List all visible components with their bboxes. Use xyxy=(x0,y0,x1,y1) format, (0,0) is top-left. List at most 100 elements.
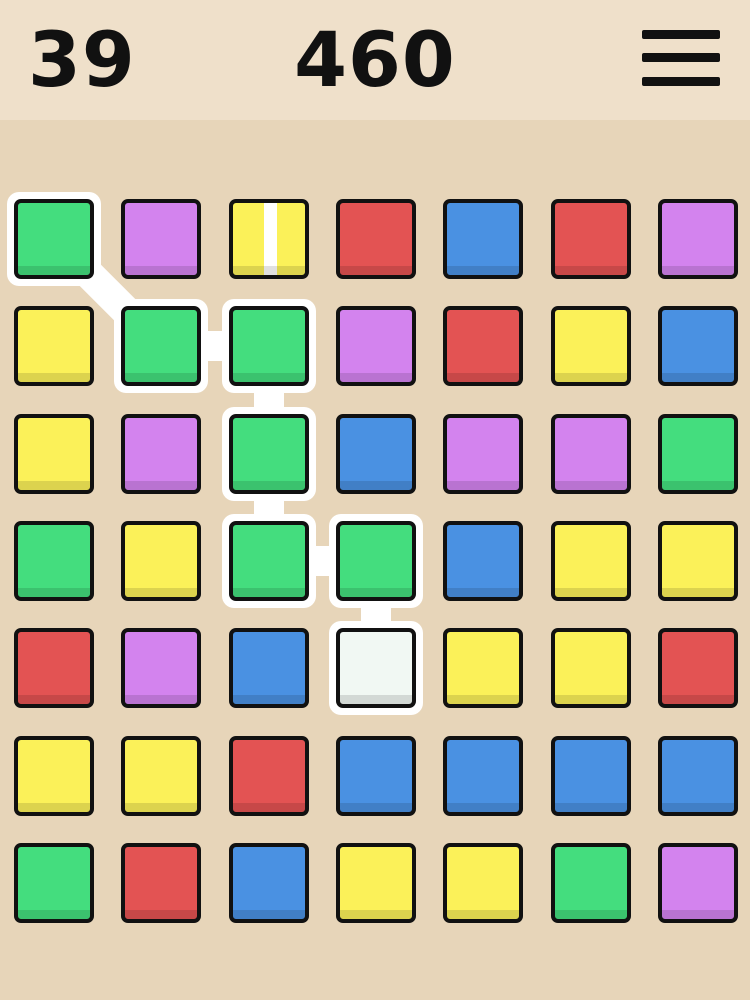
tile-blue-r6c7[interactable] xyxy=(657,735,738,816)
tile-shade xyxy=(339,373,412,383)
tile-shade xyxy=(232,480,305,490)
tile-red-r6c3[interactable] xyxy=(228,735,309,816)
tile-red-r5c7[interactable] xyxy=(657,628,738,709)
tile-shade xyxy=(447,802,520,812)
tile-shade xyxy=(18,695,90,705)
tile-shade xyxy=(125,373,198,383)
tile-shade xyxy=(554,909,627,919)
tile-yellow-r6c1[interactable] xyxy=(14,735,94,816)
tile-shade xyxy=(232,695,305,705)
tile-green-r4c4[interactable] xyxy=(335,520,416,601)
tile-shade xyxy=(554,373,627,383)
tile-blue-r6c5[interactable] xyxy=(443,735,524,816)
tile-green-r1c1[interactable] xyxy=(14,199,94,279)
tile-shade xyxy=(232,373,305,383)
tile-blue-r3c4[interactable] xyxy=(335,413,416,494)
tile-shade xyxy=(661,587,734,597)
tile-shade xyxy=(661,266,734,275)
tile-green-r3c3[interactable] xyxy=(228,413,309,494)
tile-blue-r5c3[interactable] xyxy=(228,628,309,709)
tile-yellow-r5c5[interactable] xyxy=(443,628,524,709)
tile-green-r7c1[interactable] xyxy=(14,842,94,923)
tile-yellow-r7c5[interactable] xyxy=(443,842,524,923)
tile-shade xyxy=(125,695,198,705)
tile-purple-r5c2[interactable] xyxy=(121,628,202,709)
tile-yellow-r1c3[interactable] xyxy=(228,199,309,279)
tile-shade xyxy=(554,587,627,597)
tile-purple-r1c2[interactable] xyxy=(121,199,202,279)
tile-shade xyxy=(125,266,198,275)
tile-yellow-r5c6[interactable] xyxy=(550,628,631,709)
tile-shade xyxy=(18,480,90,490)
tile-shade xyxy=(339,695,412,705)
tile-green-r2c2[interactable] xyxy=(121,306,202,387)
tile-yellow-r3c1[interactable] xyxy=(14,413,94,494)
tile-blue-r6c6[interactable] xyxy=(550,735,631,816)
tile-yellow-r2c6[interactable] xyxy=(550,306,631,387)
tile-red-r1c6[interactable] xyxy=(550,199,631,279)
tile-purple-r1c7[interactable] xyxy=(657,199,738,279)
tile-shade xyxy=(554,802,627,812)
tile-yellow-r4c7[interactable] xyxy=(657,520,738,601)
tile-shade xyxy=(339,266,412,275)
tile-shade xyxy=(125,587,198,597)
tile-shade xyxy=(339,587,412,597)
tile-red-r2c5[interactable] xyxy=(443,306,524,387)
tile-blue-r2c7[interactable] xyxy=(657,306,738,387)
tile-purple-r3c2[interactable] xyxy=(121,413,202,494)
tile-shade xyxy=(554,266,627,275)
tile-shade xyxy=(232,802,305,812)
tile-shade xyxy=(661,909,734,919)
striped-powerup-icon xyxy=(263,203,277,275)
tile-shade xyxy=(125,480,198,490)
tile-shade xyxy=(18,373,90,383)
game-screen: 39 460 xyxy=(0,0,750,1000)
tile-shade xyxy=(447,587,520,597)
tile-shade xyxy=(447,266,520,275)
tile-purple-r7c7[interactable] xyxy=(657,842,738,923)
tile-blue-r1c5[interactable] xyxy=(443,199,524,279)
tile-green-r2c3[interactable] xyxy=(228,306,309,387)
tile-shade xyxy=(232,266,305,275)
tile-purple-r3c5[interactable] xyxy=(443,413,524,494)
tile-shade xyxy=(232,587,305,597)
tile-red-r5c1[interactable] xyxy=(14,628,94,709)
tile-blue-r7c3[interactable] xyxy=(228,842,309,923)
tile-yellow-r7c4[interactable] xyxy=(335,842,416,923)
tile-red-r1c4[interactable] xyxy=(335,199,416,279)
tile-red-r7c2[interactable] xyxy=(121,842,202,923)
tile-green-r4c3[interactable] xyxy=(228,520,309,601)
tile-shade xyxy=(661,373,734,383)
tile-blue-r6c4[interactable] xyxy=(335,735,416,816)
tile-purple-r2c4[interactable] xyxy=(335,306,416,387)
tile-shade xyxy=(125,802,198,812)
tile-yellow-r6c2[interactable] xyxy=(121,735,202,816)
tile-yellow-r2c1[interactable] xyxy=(14,306,94,387)
tile-shade xyxy=(18,909,90,919)
tile-shade xyxy=(554,480,627,490)
tile-white-r5c4[interactable] xyxy=(335,628,416,709)
tile-shade xyxy=(447,695,520,705)
tile-shade xyxy=(554,695,627,705)
tile-shade xyxy=(661,802,734,812)
tile-shade xyxy=(447,480,520,490)
tile-green-r7c6[interactable] xyxy=(550,842,631,923)
tile-blue-r4c5[interactable] xyxy=(443,520,524,601)
tile-shade xyxy=(447,909,520,919)
tile-green-r4c1[interactable] xyxy=(14,520,94,601)
game-board xyxy=(0,0,750,1000)
tile-shade xyxy=(18,802,90,812)
tile-yellow-r4c2[interactable] xyxy=(121,520,202,601)
tile-shade xyxy=(661,695,734,705)
tile-yellow-r4c6[interactable] xyxy=(550,520,631,601)
tile-shade xyxy=(661,480,734,490)
tile-green-r3c7[interactable] xyxy=(657,413,738,494)
tile-shade xyxy=(18,266,90,275)
tile-shade xyxy=(339,480,412,490)
tile-shade xyxy=(339,802,412,812)
tile-shade xyxy=(18,587,90,597)
tile-purple-r3c6[interactable] xyxy=(550,413,631,494)
tile-shade xyxy=(447,373,520,383)
tile-shade xyxy=(339,909,412,919)
tile-shade xyxy=(125,909,198,919)
